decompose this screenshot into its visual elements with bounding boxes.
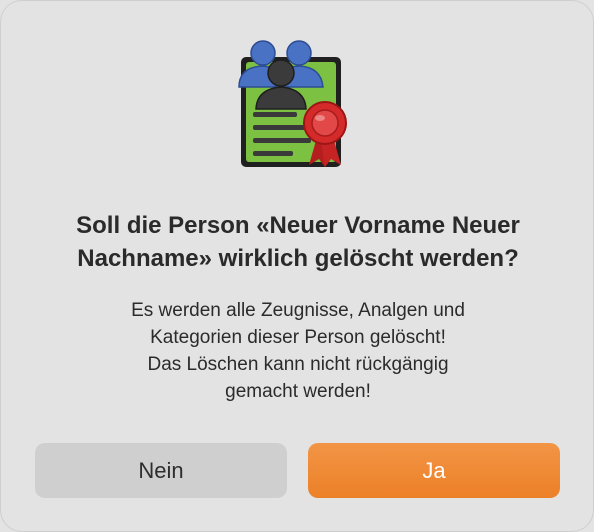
message-line: Es werden alle Zeugnisse, Analgen und [131,300,465,321]
person-certificate-icon [229,37,365,173]
yes-button[interactable]: Ja [308,443,560,498]
no-button[interactable]: Nein [35,443,287,498]
dialog-title: Soll die Person «Neuer Vorname Neuer Nac… [76,212,520,272]
message-line: Kategorien dieser Person gelöscht! [150,327,446,348]
dialog-message: Es werden alle Zeugnisse, Analgen und Ka… [41,297,555,405]
message-line: Das Löschen kann nicht rückgängig [147,354,449,375]
delete-person-dialog: Soll die Person «Neuer Vorname Neuer Nac… [0,0,594,532]
message-line: gemacht werden! [225,381,371,402]
